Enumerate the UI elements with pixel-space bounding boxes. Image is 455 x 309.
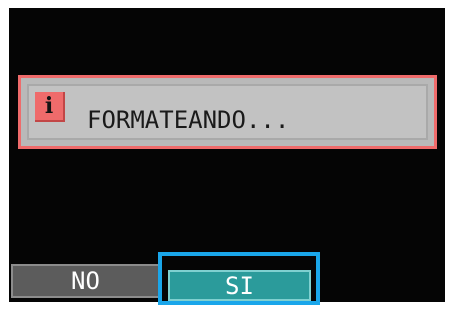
info-icon-glyph: i [44, 93, 54, 119]
status-message: FORMATEANDO... [87, 106, 290, 134]
dialog-body: i FORMATEANDO... [27, 84, 428, 140]
info-icon: i [35, 92, 65, 122]
si-button[interactable]: SI [168, 270, 311, 301]
si-button-label: SI [225, 271, 254, 300]
no-button[interactable]: NO [11, 264, 160, 298]
no-button-label: NO [71, 267, 100, 295]
format-status-dialog: i FORMATEANDO... [18, 75, 437, 149]
